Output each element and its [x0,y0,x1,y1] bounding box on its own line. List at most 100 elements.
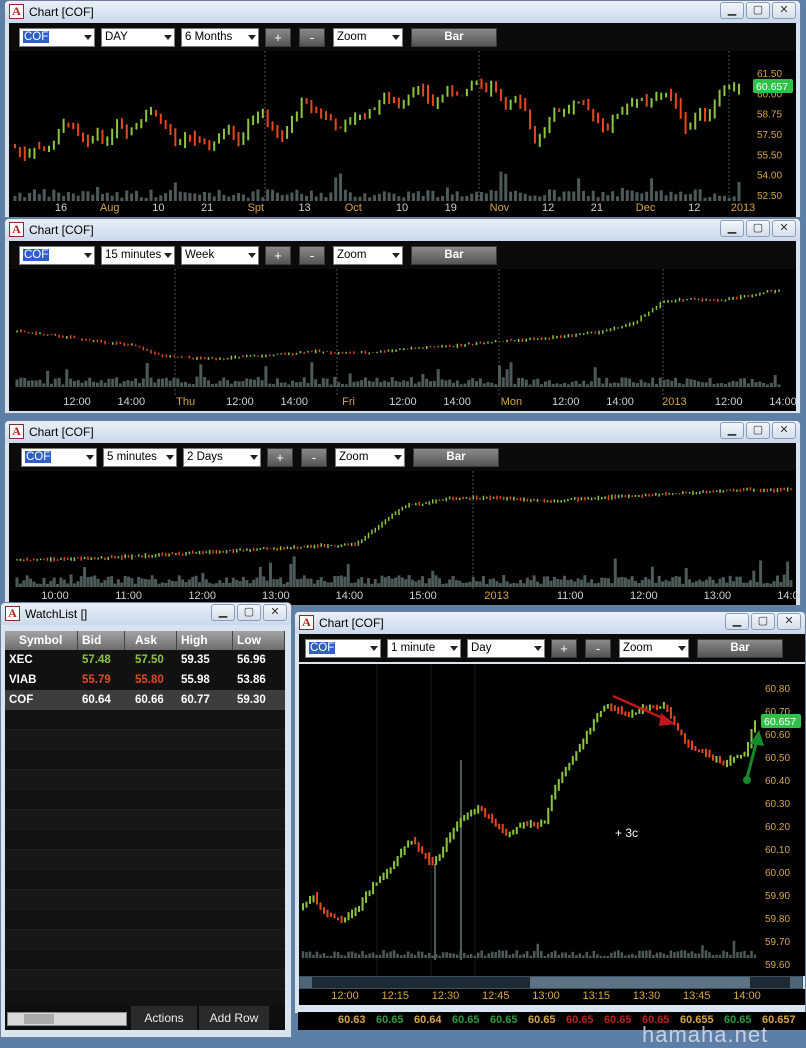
empty-row[interactable] [5,790,285,810]
interval-dropdown[interactable]: 5 minutes [103,448,177,467]
volume-bar [528,384,532,387]
zoom-dropdown[interactable]: Zoom [619,639,689,658]
scroll-left-arrow[interactable] [300,977,312,988]
title-bar[interactable]: A WatchList [] ▁ ▢ ✕ [1,603,291,625]
zoom-out-button[interactable]: - [585,639,611,658]
app-logo-icon: A [299,615,314,630]
volume-bar [680,950,683,958]
interval-dropdown[interactable]: DAY [101,28,175,47]
zoom-in-button[interactable]: + [265,246,291,265]
maximize-button[interactable]: ▢ [746,220,770,237]
volume-bar [414,581,418,587]
table-row[interactable]: XEC 57.48 57.50 59.35 56.96 [5,650,285,670]
time-scrollbar[interactable] [299,976,803,989]
symbol-dropdown[interactable]: COF [19,246,95,265]
volume-bar [674,194,678,201]
volume-bar [309,578,313,587]
scroll-right-arrow[interactable] [790,977,802,988]
empty-row[interactable] [5,710,285,730]
maximize-button[interactable]: ▢ [746,422,770,439]
zoom-dropdown[interactable]: Zoom [335,448,405,467]
zoom-dropdown[interactable]: Zoom [333,28,403,47]
minimize-button[interactable]: ▁ [720,220,744,237]
empty-row[interactable] [5,850,285,870]
title-bar[interactable]: A Chart [COF] ▁ ▢ ✕ [5,219,800,241]
table-row[interactable]: COF 60.64 60.66 60.77 59.30 [5,690,285,710]
volume-bar [462,952,466,958]
horizontal-scrollbar[interactable] [7,1012,127,1026]
volume-bar [577,178,581,201]
add-row-button[interactable]: Add Row [199,1006,269,1030]
empty-row[interactable] [5,810,285,830]
range-dropdown[interactable]: 6 Months [181,28,259,47]
empty-row[interactable] [5,930,285,950]
volume-bar [173,182,177,201]
zoom-in-button[interactable]: + [551,639,577,658]
column-header-symbol[interactable]: Symbol [5,631,78,650]
scroll-thumb[interactable] [24,1014,54,1024]
symbol-dropdown[interactable]: COF [19,28,95,47]
minimize-button[interactable]: ▁ [725,613,749,630]
volume-bar [738,576,742,587]
chart-type-button[interactable]: Bar [411,28,497,47]
price-chart-5min[interactable] [9,471,796,589]
empty-row[interactable] [5,870,285,890]
close-button[interactable]: ✕ [777,613,801,630]
volume-bar [233,380,237,387]
minimize-button[interactable]: ▁ [720,2,744,19]
column-header-low[interactable]: Low [233,631,285,650]
minimize-button[interactable]: ▁ [211,604,235,621]
zoom-in-button[interactable]: + [265,28,291,47]
maximize-button[interactable]: ▢ [237,604,261,621]
title-bar[interactable]: A Chart [COF] ▁ ▢ ✕ [295,612,805,634]
minimize-button[interactable]: ▁ [720,422,744,439]
price-chart-daily[interactable]: 61.50 60.00 58.75 57.50 55.50 54.00 52.50 60.65… [9,51,796,201]
interval-dropdown[interactable]: 1 minute [387,639,461,658]
maximize-button[interactable]: ▢ [746,2,770,19]
symbol-dropdown[interactable]: COF [21,448,97,467]
empty-row[interactable] [5,830,285,850]
interval-dropdown[interactable]: 15 minutes [101,246,175,265]
empty-row[interactable] [5,950,285,970]
chart-type-button[interactable]: Bar [697,639,783,658]
close-button[interactable]: ✕ [263,604,287,621]
scroll-thumb[interactable] [530,977,750,988]
zoom-out-button[interactable]: - [299,246,325,265]
price-chart-15min[interactable] [9,269,796,395]
empty-row[interactable] [5,910,285,930]
maximize-button[interactable]: ▢ [751,613,775,630]
price-chart-1min[interactable]: 60.80 60.70 60.60 60.50 60.40 60.30 60.20 60.10… [299,664,805,976]
volume-bar [72,381,76,387]
volume-bar [592,950,596,958]
column-header-high[interactable]: High [177,631,233,650]
zoom-in-button[interactable]: + [267,448,293,467]
actions-button[interactable]: Actions [131,1006,197,1030]
empty-row[interactable] [5,770,285,790]
zoom-out-button[interactable]: - [299,28,325,47]
volume-bar [573,581,577,587]
volume-bar [716,383,720,387]
close-button[interactable]: ✕ [772,220,796,237]
zoom-out-button[interactable]: - [301,448,327,467]
close-button[interactable]: ✕ [772,422,796,439]
column-header-bid[interactable]: Bid [78,631,125,650]
title-bar[interactable]: A Chart [COF] ▁ ▢ ✕ [5,1,800,23]
range-dropdown[interactable]: Day [467,639,545,658]
empty-row[interactable] [5,730,285,750]
empty-row[interactable] [5,750,285,770]
range-dropdown[interactable]: Week [181,246,259,265]
symbol-dropdown[interactable]: COF [305,639,381,658]
chart-type-button[interactable]: Bar [413,448,499,467]
chart-type-button[interactable]: Bar [411,246,497,265]
volume-bar [701,581,705,587]
volume-bar [591,190,595,201]
empty-row[interactable] [5,890,285,910]
table-row[interactable]: VIAB 55.79 55.80 55.98 53.86 [5,670,285,690]
title-bar[interactable]: A Chart [COF] ▁ ▢ ✕ [5,421,800,443]
close-button[interactable]: ✕ [772,2,796,19]
zoom-dropdown[interactable]: Zoom [333,246,403,265]
volume-bar [275,579,279,587]
empty-row[interactable] [5,970,285,990]
column-header-ask[interactable]: Ask [125,631,177,650]
range-dropdown[interactable]: 2 Days [183,448,261,467]
